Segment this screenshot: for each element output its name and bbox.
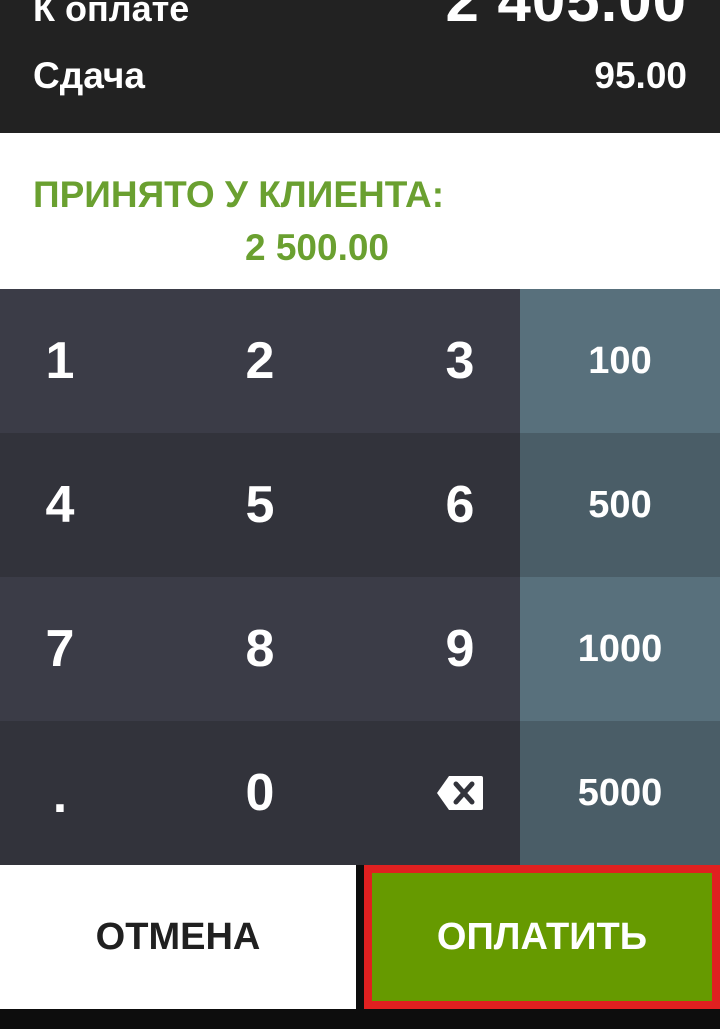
- quick-amount-5000-button[interactable]: 5000: [520, 721, 720, 865]
- key-7[interactable]: 7: [0, 577, 120, 721]
- key-2[interactable]: 2: [120, 289, 400, 433]
- payment-summary: К оплате 2 405.00 Сдача 95.00: [0, 0, 720, 133]
- amount-due-label: К оплате: [33, 0, 190, 29]
- key-6[interactable]: 6: [400, 433, 520, 577]
- quick-amount-500-button[interactable]: 500: [520, 433, 720, 577]
- key-3[interactable]: 3: [400, 289, 520, 433]
- backspace-icon: [437, 776, 483, 810]
- key-0[interactable]: 0: [120, 721, 400, 865]
- backspace-button[interactable]: [400, 721, 520, 865]
- accepted-value: 2 500.00: [244, 227, 390, 268]
- change-row: Сдача 95.00: [33, 55, 687, 97]
- action-bar: ОТМЕНА ОПЛАТИТЬ: [0, 865, 720, 1009]
- numeric-keypad: 1 2 3 100 4 5 6 500 7 8 9 1000 . 0 5000: [0, 289, 720, 865]
- pay-button-label: ОПЛАТИТЬ: [372, 873, 712, 1001]
- key-8[interactable]: 8: [120, 577, 400, 721]
- quick-amount-1000-button[interactable]: 1000: [520, 577, 720, 721]
- amount-due-row: К оплате 2 405.00: [33, 0, 687, 35]
- key-4[interactable]: 4: [0, 433, 120, 577]
- key-5[interactable]: 5: [120, 433, 400, 577]
- change-value: 95.00: [594, 55, 687, 96]
- quick-amount-100-button[interactable]: 100: [520, 289, 720, 433]
- accepted-amount-panel: ПРИНЯТО У КЛИЕНТА: 2 500.00: [0, 133, 720, 289]
- key-9[interactable]: 9: [400, 577, 520, 721]
- key-decimal-point[interactable]: .: [0, 721, 120, 865]
- cancel-button[interactable]: ОТМЕНА: [0, 865, 356, 1009]
- amount-due-value: 2 405.00: [445, 0, 687, 34]
- key-1[interactable]: 1: [0, 289, 120, 433]
- change-label: Сдача: [33, 55, 145, 96]
- accepted-label: ПРИНЯТО У КЛИЕНТА:: [33, 174, 445, 215]
- pay-button[interactable]: ОПЛАТИТЬ: [364, 865, 720, 1009]
